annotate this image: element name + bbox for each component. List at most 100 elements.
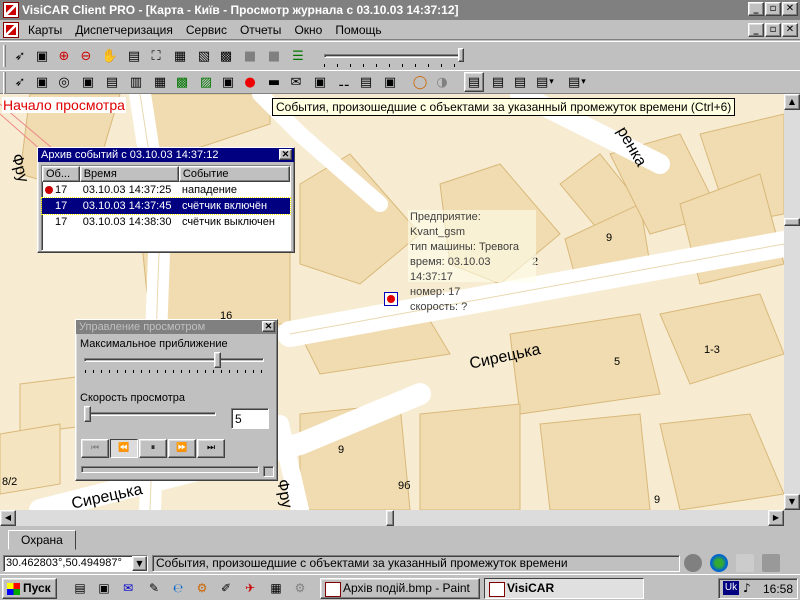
hand-icon[interactable]: ✋ <box>100 46 120 66</box>
column-header-time[interactable]: Время <box>79 166 179 182</box>
zoom-in-icon[interactable]: ⊕ <box>54 46 74 66</box>
menu-maps[interactable]: Карты <box>28 23 62 37</box>
table-row[interactable]: 17 03.10.03 14:37:25 нападение <box>42 182 290 198</box>
speed-slider[interactable] <box>82 406 222 428</box>
zoom-slider-thumb[interactable] <box>458 48 464 62</box>
tab-security[interactable]: Охрана <box>8 530 76 550</box>
stack-icon[interactable]: ☰ <box>288 46 308 66</box>
car-list-icon[interactable]: ▤ <box>102 72 122 92</box>
speaker-icon[interactable]: ♪ <box>743 581 751 595</box>
lock-icon[interactable]: ▣ <box>218 72 238 92</box>
vehicle-marker-icon[interactable] <box>384 292 398 306</box>
zoom-out-icon[interactable]: ⊖ <box>76 46 96 66</box>
speed-thumb[interactable] <box>84 406 91 422</box>
route-icon[interactable]: ▥ <box>126 72 146 92</box>
scroll-right-icon[interactable]: ▶ <box>768 510 784 526</box>
map-icon[interactable]: ▤ <box>124 46 144 66</box>
target-icon[interactable]: ◎ <box>54 72 74 92</box>
vertical-scroll-thumb[interactable] <box>784 218 800 226</box>
task-paint[interactable]: Архів подій.bmp - Paint <box>320 578 480 599</box>
bird-icon[interactable]: ✈ <box>242 580 258 596</box>
toolbar-grip[interactable] <box>3 72 6 94</box>
track-icon[interactable]: ⚋ <box>334 72 354 92</box>
users-icon[interactable]: ◑ <box>432 72 452 92</box>
chart-dropdown-icon[interactable]: ▤ <box>566 72 594 92</box>
maximize-button[interactable]: ▫ <box>765 2 781 16</box>
brush-icon[interactable]: ✐ <box>218 580 234 596</box>
menu-help[interactable]: Помощь <box>335 23 381 37</box>
archive-close-button[interactable]: ✕ <box>279 149 292 160</box>
printer-icon[interactable]: ▤ <box>356 72 376 92</box>
connection-icon[interactable] <box>684 554 702 572</box>
column-header-event[interactable]: Событие <box>178 166 290 182</box>
max-zoom-slider[interactable] <box>82 352 268 374</box>
app-icon[interactable]: ⚙ <box>194 580 210 596</box>
phone-icon[interactable]: ▬ <box>264 72 284 92</box>
pointer-icon[interactable]: ➶ <box>10 72 30 92</box>
language-indicator[interactable]: Uk <box>723 581 739 595</box>
report2-icon[interactable]: ▤ <box>488 72 508 92</box>
coordinates-combo[interactable]: 30.462803°,50.494987° ▼ <box>3 555 148 572</box>
tools-icon[interactable] <box>762 554 780 572</box>
horizontal-scroll-thumb[interactable] <box>386 510 394 526</box>
zoom-slider[interactable] <box>322 46 468 68</box>
globe-icon[interactable] <box>710 554 728 572</box>
playback-title-bar[interactable]: Управление просмотром ✕ <box>76 320 277 334</box>
record-icon[interactable]: ● <box>240 72 260 92</box>
export-icon[interactable]: ▨ <box>196 72 216 92</box>
resize-grip[interactable] <box>263 466 274 477</box>
explorer-icon[interactable]: ▣ <box>96 580 112 596</box>
pointer-icon[interactable]: ➶ <box>10 46 30 66</box>
menu-dispatch[interactable]: Диспетчеризация <box>75 23 173 37</box>
scroll-down-icon[interactable]: ▼ <box>784 494 800 510</box>
grid-icon[interactable]: ▦ <box>170 46 190 66</box>
horizontal-scrollbar[interactable]: ◀ ▶ <box>0 510 784 526</box>
doc-minimize-button[interactable]: _ <box>748 23 764 37</box>
column-header-object[interactable]: Об... <box>42 166 80 182</box>
chevron-down-icon[interactable]: ▼ <box>132 556 147 571</box>
playback-close-button[interactable]: ✕ <box>262 321 275 332</box>
scroll-up-icon[interactable]: ▲ <box>784 94 800 110</box>
first-button[interactable]: ⏮ <box>81 439 109 458</box>
speed-input[interactable]: 5 <box>231 408 269 429</box>
print-icon[interactable]: ▩ <box>216 46 236 66</box>
cart-icon[interactable]: ▦ <box>268 580 284 596</box>
events-report-icon[interactable]: ▤ <box>464 72 484 92</box>
table-row[interactable]: 17 03.10.03 14:38:30 счётчик выключен <box>42 214 290 230</box>
desktop-icon[interactable]: ▤ <box>72 580 88 596</box>
start-button[interactable]: Пуск <box>2 578 57 599</box>
pause-button[interactable]: ⏸ <box>139 439 167 458</box>
tool-icon[interactable]: ✎ <box>146 580 162 596</box>
menu-reports[interactable]: Отчеты <box>240 23 281 37</box>
task-visicar[interactable]: VisiCAR <box>484 578 644 599</box>
gray-square-icon[interactable]: ■ <box>240 46 260 66</box>
binoculars-icon[interactable]: ⛶ <box>146 46 166 66</box>
close-button[interactable]: ✕ <box>782 2 798 16</box>
forward-button[interactable]: ⏩ <box>168 439 196 458</box>
table-row-selected[interactable]: 17 03.10.03 14:37:45 счётчик включён <box>41 197 291 215</box>
document-icon[interactable] <box>3 22 19 38</box>
gray-square2-icon[interactable]: ■ <box>264 46 284 66</box>
scroll-left-icon[interactable]: ◀ <box>0 510 16 526</box>
object-icon[interactable]: ▣ <box>78 72 98 92</box>
layers-icon[interactable]: ▧ <box>194 46 214 66</box>
menu-window[interactable]: Окно <box>294 23 322 37</box>
last-button[interactable]: ⏭ <box>197 439 225 458</box>
ie-icon[interactable]: ℮ <box>170 580 186 596</box>
vertical-scrollbar[interactable]: ▲ ▼ <box>784 94 800 510</box>
message-icon[interactable]: ✉ <box>286 72 306 92</box>
circle-icon[interactable]: ◯ <box>410 72 430 92</box>
zoom-area-icon[interactable]: ▣ <box>310 72 330 92</box>
rewind-button[interactable]: ⏪ <box>110 439 138 458</box>
toolbar-grip[interactable] <box>3 45 6 67</box>
event-list[interactable]: Об... Время Событие 17 03.10.03 14:37:25… <box>41 165 291 251</box>
menu-service[interactable]: Сервис <box>186 23 227 37</box>
doc-restore-button[interactable]: ▫ <box>765 23 781 37</box>
select-icon[interactable]: ▣ <box>32 46 52 66</box>
minimize-button[interactable]: _ <box>748 2 764 16</box>
app-icon[interactable] <box>3 2 19 18</box>
report-dropdown-icon[interactable]: ▤ <box>534 72 562 92</box>
select-object-icon[interactable]: ▣ <box>32 72 52 92</box>
table-icon[interactable]: ▣ <box>380 72 400 92</box>
grid-icon[interactable]: ▦ <box>150 72 170 92</box>
